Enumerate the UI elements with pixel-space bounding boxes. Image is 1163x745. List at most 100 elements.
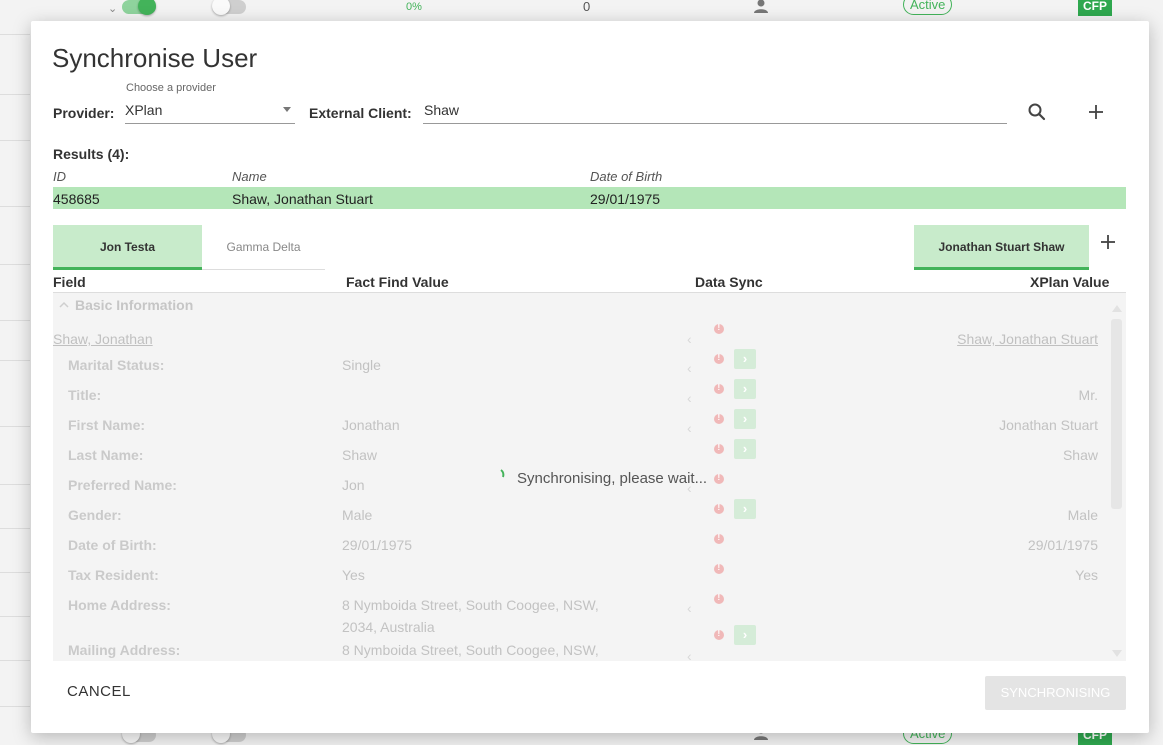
search-icon [1028, 103, 1046, 121]
field-label: Mailing Address: [68, 642, 181, 658]
loading-spinner-icon [500, 469, 505, 478]
sync-right-button[interactable]: › [734, 439, 756, 459]
sync-right-button[interactable]: › [734, 349, 756, 369]
plus-icon [1101, 235, 1115, 249]
add-client-button[interactable] [1083, 99, 1109, 125]
scroll-up-icon[interactable] [1112, 305, 1122, 312]
provider-hint: Choose a provider [126, 82, 216, 94]
chevron-left-icon[interactable]: ‹ [687, 391, 697, 405]
alert-dot-icon [714, 383, 724, 394]
tab-jonathan-stuart-shaw[interactable]: Jonathan Stuart Shaw [914, 225, 1089, 270]
xplan-value: Yes [1075, 567, 1098, 583]
progress-text: 0% [406, 1, 422, 13]
count-value: 0 [583, 0, 591, 14]
scroll-down-icon[interactable] [1112, 650, 1122, 657]
column-header-data-sync: Data Sync [695, 274, 763, 290]
field-label: Last Name: [68, 447, 144, 463]
alert-dot-icon [714, 323, 724, 334]
cancel-button[interactable]: CANCEL [67, 683, 131, 700]
field-label: Marital Status: [68, 357, 165, 373]
provider-label: Provider: [53, 105, 115, 121]
alert-dot-icon [714, 593, 724, 604]
external-client-label: External Client: [309, 105, 412, 121]
provider-select[interactable]: XPlan [125, 99, 295, 124]
chevron-down-icon[interactable]: ⌄ [108, 2, 117, 15]
cfp-badge: CFP [1078, 0, 1112, 16]
column-header-fact-find: Fact Find Value [346, 274, 449, 290]
fact-find-value: Jon [342, 477, 365, 493]
status-badge: Active [903, 0, 953, 15]
add-tab-button[interactable] [1099, 233, 1117, 251]
field-label: Home Address: [68, 597, 171, 613]
chevron-left-icon[interactable]: ‹ [687, 332, 697, 346]
scroll-thumb[interactable] [1111, 319, 1122, 509]
sync-right-button[interactable]: › [734, 409, 756, 429]
results-column-dob: Date of Birth [590, 169, 663, 184]
sync-right-button[interactable]: › [734, 379, 756, 399]
fact-find-value: Male [342, 507, 373, 523]
alert-dot-icon [714, 533, 724, 544]
column-header-field: Field [53, 274, 86, 290]
dialog-title: Synchronise User [52, 43, 258, 73]
result-id: 458685 [53, 191, 100, 207]
fact-find-value: 8 Nymboida Street, South Coogee, NSW, [342, 642, 599, 658]
background-table-row: ⌄ 0% 0 Active CFP [0, 0, 1163, 20]
results-row-selected[interactable]: 458685 Shaw, Jonathan Stuart 29/01/1975 [53, 187, 1126, 209]
chevron-left-icon[interactable]: ‹ [687, 601, 697, 615]
chevron-left-icon[interactable]: ‹ [687, 361, 697, 375]
fact-find-value-line2: 2034, Australia [342, 619, 435, 635]
alert-dot-icon [714, 629, 724, 640]
search-button[interactable] [1024, 99, 1050, 125]
fact-find-value: 8 Nymboida Street, South Coogee, NSW, [342, 597, 599, 613]
field-label: First Name: [68, 417, 146, 433]
fact-find-value: 29/01/1975 [342, 537, 413, 553]
fact-find-value: Jonathan [342, 417, 400, 433]
provider-selected-value: XPlan [125, 102, 163, 118]
alert-dot-icon [714, 353, 724, 364]
result-dob: 29/01/1975 [590, 191, 661, 207]
plus-icon [1089, 105, 1103, 119]
xplan-value: Shaw [1062, 447, 1098, 463]
fact-find-value: Single [342, 357, 381, 373]
tab-gamma-delta[interactable]: Gamma Delta [202, 225, 325, 270]
person-icon[interactable] [752, 0, 770, 16]
results-count-label: Results (4): [53, 146, 130, 162]
results-column-name: Name [232, 169, 267, 184]
alert-dot-icon [714, 563, 724, 574]
table-scrollbar[interactable] [1110, 305, 1124, 661]
chevron-left-icon[interactable]: ‹ [687, 649, 697, 661]
field-label: Tax Resident: [68, 567, 159, 583]
result-name: Shaw, Jonathan Stuart [232, 191, 373, 207]
fact-find-value: Shaw [342, 447, 378, 463]
synchronising-button: SYNCHRONISING [985, 676, 1126, 710]
chevron-left-icon[interactable]: ‹ [687, 421, 697, 435]
sync-right-button[interactable]: › [734, 499, 756, 519]
results-column-id: ID [53, 169, 66, 184]
field-label: Title: [68, 387, 102, 403]
fact-find-value: Yes [342, 567, 365, 583]
xplan-value: 29/01/1975 [1027, 537, 1098, 553]
column-header-xplan: XPlan Value [1030, 274, 1110, 290]
field-label: Gender: [68, 507, 122, 523]
synchronise-user-dialog: Synchronise User Provider: Choose a prov… [31, 21, 1149, 733]
tab-jon-testa[interactable]: Jon Testa [53, 225, 202, 270]
background-toggle-off[interactable] [212, 0, 246, 15]
alert-dot-icon [714, 503, 724, 514]
xplan-value: Male [1067, 507, 1098, 523]
background-row-dividers [0, 0, 30, 742]
field-label: Date of Birth: [68, 537, 157, 553]
background-toggle-on[interactable] [122, 0, 156, 15]
field-label: Preferred Name: [68, 477, 177, 493]
alert-dot-icon [714, 413, 724, 424]
alert-dot-icon [714, 473, 724, 484]
xplan-value: Mr. [1078, 387, 1098, 403]
xplan-value: Jonathan Stuart [999, 417, 1098, 433]
synchronising-message: Synchronising, please wait... [517, 470, 708, 487]
sync-right-button[interactable]: › [734, 625, 756, 645]
caret-down-icon [283, 107, 291, 112]
external-client-input[interactable]: Shaw [423, 99, 1007, 124]
fact-find-person-link[interactable]: Shaw, Jonathan [53, 331, 153, 347]
section-basic-information[interactable]: Basic Information [75, 297, 193, 313]
xplan-person-link[interactable]: Shaw, Jonathan Stuart [957, 331, 1098, 347]
chevron-up-icon[interactable] [59, 297, 69, 313]
